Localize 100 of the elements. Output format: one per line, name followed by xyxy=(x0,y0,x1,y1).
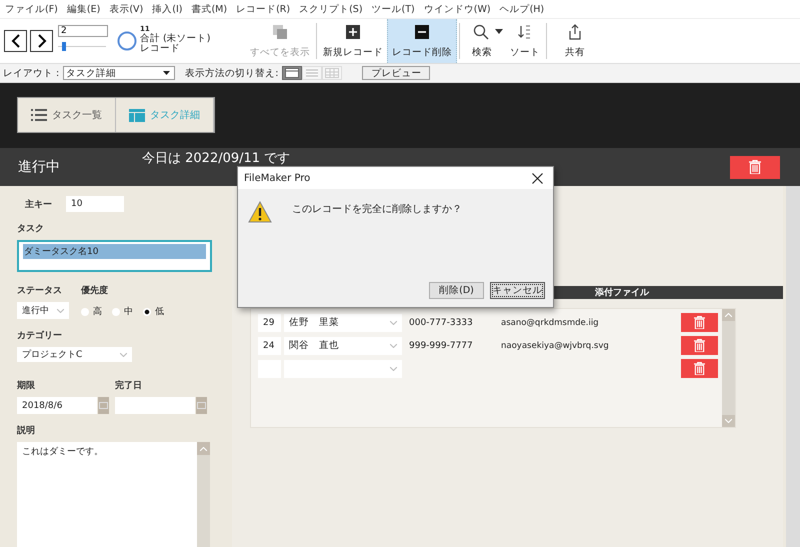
dialog-title: FileMaker Pro xyxy=(244,172,310,184)
record-label: レコード xyxy=(140,44,181,54)
menu-item[interactable]: ウインドウ(W) xyxy=(424,2,491,16)
chevron-icon xyxy=(120,352,127,357)
status-dropdown[interactable]: 進行中 xyxy=(17,302,69,320)
trash-icon xyxy=(694,362,705,375)
caret-icon[interactable] xyxy=(495,29,503,34)
field-label: 優先度 xyxy=(81,284,109,298)
date-heading: 今日は 2022/09/11 です xyxy=(142,151,290,166)
share-icon xyxy=(568,24,582,40)
trash-icon xyxy=(694,316,705,329)
dialog-message: このレコードを完全に削除しますか？ xyxy=(292,202,462,216)
form-view-button[interactable] xyxy=(282,66,302,80)
search-icon xyxy=(473,24,489,40)
selected-text: ダミータスク名10 xyxy=(23,244,206,259)
trash-icon xyxy=(694,339,705,352)
id-field[interactable]: 24 xyxy=(258,336,281,354)
id-field[interactable]: 29 xyxy=(258,314,281,332)
sort-button[interactable]: ソート xyxy=(506,19,544,63)
chevron-up-icon[interactable] xyxy=(200,446,207,451)
menu-item[interactable]: 編集(E) xyxy=(66,2,100,16)
calendar-icon[interactable] xyxy=(196,397,207,414)
task-field[interactable]: ダミータスク名10 xyxy=(17,240,212,272)
previous-button[interactable] xyxy=(4,30,27,52)
dialog-button[interactable]: 削除(D) xyxy=(429,282,484,299)
new-button[interactable]: 新規レコード xyxy=(319,19,387,63)
chevron-right-icon xyxy=(36,34,46,48)
layout-dropdown[interactable]: タスク詳細 xyxy=(63,66,176,80)
phone-text: 999-999-7777 xyxy=(409,340,474,350)
field-label: 完了日 xyxy=(115,379,143,392)
priority-radio[interactable]: 高 xyxy=(81,305,102,318)
key-field[interactable]: 10 xyxy=(66,196,124,212)
delete-button[interactable]: レコード削除 xyxy=(387,19,457,63)
caret-icon xyxy=(163,71,170,75)
sort-icon xyxy=(517,24,533,40)
window-scrollbar[interactable] xyxy=(786,186,800,547)
trash-icon xyxy=(749,160,761,174)
field-label: カテゴリー xyxy=(17,330,63,342)
chevron-icon xyxy=(57,308,64,313)
field-label: 主キー xyxy=(25,198,52,210)
email-text: naoyasekiya@wjvbrq.svg xyxy=(501,340,610,350)
name-dropdown[interactable] xyxy=(284,360,402,378)
chevron-icon xyxy=(390,366,397,370)
scrollbar[interactable] xyxy=(197,442,210,547)
menu-item[interactable]: スクリプト(S) xyxy=(299,2,363,16)
form-view-icon xyxy=(285,68,300,78)
delete-row-button[interactable] xyxy=(681,313,718,332)
calendar-icon[interactable] xyxy=(98,397,109,414)
chevron-left-icon xyxy=(10,34,20,48)
stacked-pages-icon xyxy=(272,24,288,40)
list-view-icon xyxy=(305,68,320,78)
dialog-button[interactable]: キャンセル xyxy=(490,282,545,299)
priority-radio[interactable]: 中 xyxy=(112,305,133,318)
total-label: 合計 (未ソート) xyxy=(140,34,210,44)
priority-radio[interactable]: 低 xyxy=(143,305,164,318)
find-button[interactable]: 検索 xyxy=(462,19,506,63)
menu-item[interactable]: 挿入(I) xyxy=(152,2,182,16)
scrollbar[interactable] xyxy=(722,309,735,427)
menu-item[interactable]: 書式(M) xyxy=(191,2,228,16)
record-pie-icon xyxy=(117,31,137,51)
field-label: タスク xyxy=(17,223,45,235)
list-icon xyxy=(31,109,47,121)
chevron-icon xyxy=(390,320,397,324)
delete-row-button[interactable] xyxy=(681,336,718,355)
phone-text: 000-777-3333 xyxy=(409,318,474,328)
layout-tab[interactable]: タスク一覧 xyxy=(18,98,116,132)
record-number-field[interactable]: 2 xyxy=(58,25,108,37)
layout-icon xyxy=(129,108,145,122)
menu-item[interactable]: ファイル(F) xyxy=(5,2,58,16)
menu-item[interactable]: ヘルプ(H) xyxy=(500,2,544,16)
preview-button[interactable]: プレビュー xyxy=(362,66,430,80)
status-heading: 進行中 xyxy=(18,158,61,176)
description-field[interactable]: これはダミーです。 xyxy=(17,442,210,547)
next-button[interactable] xyxy=(30,30,53,52)
delete-row-button[interactable] xyxy=(681,359,718,378)
chevron-down-icon[interactable] xyxy=(725,419,732,423)
chevron-icon xyxy=(390,344,397,348)
minus-icon xyxy=(415,24,429,38)
field-label: 説明 xyxy=(17,424,36,438)
menu-item[interactable]: レコード(R) xyxy=(236,2,290,16)
due-date-field[interactable]: 2018/8/6 xyxy=(17,397,97,414)
category-dropdown[interactable]: プロジェクトC xyxy=(17,347,132,362)
menu-item[interactable]: ツール(T) xyxy=(372,2,415,16)
warning-icon xyxy=(248,201,272,223)
delete-button[interactable] xyxy=(730,156,780,178)
email-text: asano@qrkdmsmde.iig xyxy=(501,318,600,328)
plus-icon xyxy=(346,24,360,38)
field-label: 期限 xyxy=(17,380,36,392)
view-switch-label: 表示方法の切り替え: xyxy=(185,66,278,80)
share-button[interactable]: 共有 xyxy=(549,19,601,63)
table-view-button[interactable] xyxy=(322,66,342,80)
name-dropdown[interactable]: 関谷 直也 xyxy=(284,336,402,354)
layout-label: レイアウト : xyxy=(3,66,60,80)
completion-date-field[interactable] xyxy=(115,397,195,414)
menu-item[interactable]: 表示(V) xyxy=(109,2,144,16)
name-dropdown[interactable]: 佐野 里菜 xyxy=(284,314,402,332)
close-icon[interactable] xyxy=(532,172,543,184)
field-label: ステータス xyxy=(17,285,63,298)
table-view-icon xyxy=(325,68,340,78)
chevron-up-icon[interactable] xyxy=(725,313,732,317)
